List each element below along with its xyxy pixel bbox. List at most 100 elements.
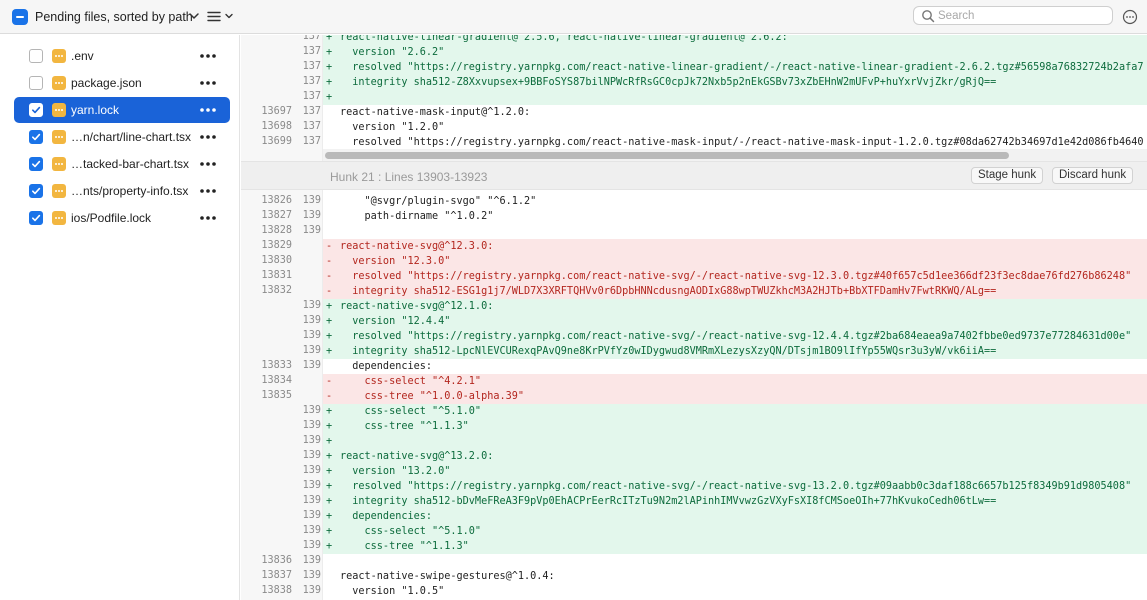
context-line[interactable]: 13827 139 path-dirname "^1.0.2" [241, 209, 1147, 224]
new-line-number: 137 [302, 76, 321, 87]
code-line: - css-select "^4.2.1" [323, 374, 1147, 389]
chevron-down-icon[interactable] [224, 11, 234, 21]
code-line: + react-native-svg@^13.2.0: [323, 449, 1147, 464]
added-line[interactable]: 139 + version "12.4.4" [241, 314, 1147, 329]
old-line-number: 13831 [261, 270, 292, 281]
file-checkbox[interactable] [29, 103, 43, 117]
new-line-number: 139 [302, 195, 321, 206]
added-line[interactable]: 137 + react-native-linear-gradient@^2.5.6,… [241, 35, 1147, 45]
plus-icon: + [326, 47, 333, 58]
old-line-number: 13837 [261, 570, 292, 581]
added-line[interactable]: 137 + [241, 90, 1147, 105]
file-checkbox[interactable] [29, 76, 43, 90]
new-line-number: 139 [302, 585, 321, 596]
context-line[interactable]: 13697 137 react-native-mask-input@^1.2.0: [241, 105, 1147, 120]
select-all-checkbox[interactable] [12, 9, 28, 25]
new-line-number: 139 [302, 300, 321, 311]
code-text: version "12.3.0" [340, 256, 451, 267]
more-options-icon[interactable] [1122, 9, 1138, 25]
more-icon[interactable] [198, 157, 218, 171]
file-sidebar: .env package.json yarn.lock …n/chart/line-c… [0, 35, 240, 600]
more-icon[interactable] [198, 49, 218, 63]
added-line[interactable]: 139 + resolved "https://registry.yarnpkg.… [241, 479, 1147, 494]
old-line-number: 13697 [261, 106, 292, 117]
new-line-number: 137 [302, 35, 321, 42]
search-input[interactable] [938, 8, 1108, 23]
more-icon[interactable] [198, 76, 218, 90]
new-line-number: 139 [302, 330, 321, 341]
new-line-number: 139 [302, 315, 321, 326]
removed-line[interactable]: 13835 - css-tree "^1.0.0-alpha.39" [241, 389, 1147, 404]
file-row[interactable]: …nts/property-info.tsx [14, 178, 230, 204]
search-icon [922, 10, 935, 23]
code-line: version "1.0.5" [323, 584, 1147, 599]
list-options-icon[interactable] [207, 10, 221, 23]
code-line: + [323, 434, 1147, 449]
added-line[interactable]: 139 + css-tree "^1.1.3" [241, 539, 1147, 554]
removed-line[interactable]: 13832 - integrity sha512-ESG1g1j7/WLD7X3X… [241, 284, 1147, 299]
code-text: resolved "https://registry.yarnpkg.com/r… [340, 481, 1132, 492]
more-icon[interactable] [198, 103, 218, 117]
removed-line[interactable]: 13831 - resolved "https://registry.yarnpk… [241, 269, 1147, 284]
added-line[interactable]: 139 + react-native-svg@^13.2.0: [241, 449, 1147, 464]
code-text: resolved "https://registry.yarnpkg.com/r… [340, 137, 1144, 148]
file-row[interactable]: yarn.lock [14, 97, 230, 123]
context-line[interactable]: 13698 137 version "1.2.0" [241, 120, 1147, 135]
context-line[interactable]: 13699 137 resolved "https://registry.yarn… [241, 135, 1147, 150]
minus-icon: - [326, 256, 333, 267]
added-line[interactable]: 137 + version "2.6.2" [241, 45, 1147, 60]
stage-hunk-button[interactable]: Stage hunk [971, 167, 1044, 184]
diff-view: Hunk 21 : Lines 13903-13923 Stage hunk D… [241, 35, 1147, 600]
horizontal-scrollbar[interactable] [323, 149, 1147, 161]
added-line[interactable]: 139 + resolved "https://registry.yarnpkg.… [241, 329, 1147, 344]
new-line-number: 139 [302, 510, 321, 521]
context-line[interactable]: 13838 139 version "1.0.5" [241, 584, 1147, 599]
context-line[interactable]: 13826 139 "@svgr/plugin-svgo" "^6.1.2" [241, 194, 1147, 209]
added-line[interactable]: 137 + integrity sha512-Z8Xxvupsex+9BBFoSY… [241, 75, 1147, 90]
checkmark-icon [31, 214, 41, 222]
context-line[interactable]: 13828 139 [241, 224, 1147, 239]
pending-files-title[interactable]: Pending files, sorted by path [35, 10, 193, 24]
file-checkbox[interactable] [29, 49, 43, 63]
old-line-number: 13832 [261, 285, 292, 296]
file-checkbox[interactable] [29, 211, 43, 225]
context-line[interactable]: 13837 139 react-native-swipe-gestures@^1.0… [241, 569, 1147, 584]
code-line: + version "2.6.2" [323, 45, 1147, 60]
more-icon[interactable] [198, 184, 218, 198]
discard-hunk-button[interactable]: Discard hunk [1052, 167, 1134, 184]
scrollbar-thumb[interactable] [325, 152, 1009, 159]
file-checkbox[interactable] [29, 184, 43, 198]
code-text: integrity sha512-Z8Xxvupsex+9BBFoSYS87bi… [340, 77, 997, 88]
file-row[interactable]: package.json [14, 70, 230, 96]
added-line[interactable]: 139 + [241, 434, 1147, 449]
removed-line[interactable]: 13829 - react-native-svg@^12.3.0: [241, 239, 1147, 254]
new-line-number: 139 [302, 540, 321, 551]
modified-file-icon [52, 184, 66, 198]
file-row[interactable]: .env [14, 43, 230, 69]
file-row[interactable]: …n/chart/line-chart.tsx [14, 124, 230, 150]
file-row[interactable]: ios/Podfile.lock [14, 205, 230, 231]
file-name: …nts/property-info.tsx [71, 184, 189, 198]
file-row[interactable]: …tacked-bar-chart.tsx [14, 151, 230, 177]
added-line[interactable]: 139 + react-native-svg@^12.1.0: [241, 299, 1147, 314]
added-line[interactable]: 139 + dependencies: [241, 509, 1147, 524]
added-line[interactable]: 139 + css-tree "^1.1.3" [241, 419, 1147, 434]
file-checkbox[interactable] [29, 130, 43, 144]
removed-line[interactable]: 13830 - version "12.3.0" [241, 254, 1147, 269]
removed-line[interactable]: 13834 - css-select "^4.2.1" [241, 374, 1147, 389]
added-line[interactable]: 139 + integrity sha512-bDvMeFReA3F9pVp0Eh… [241, 494, 1147, 509]
added-line[interactable]: 139 + version "13.2.0" [241, 464, 1147, 479]
added-line[interactable]: 137 + resolved "https://registry.yarnpkg.… [241, 60, 1147, 75]
added-line[interactable]: 139 + css-select "^5.1.0" [241, 404, 1147, 419]
more-icon[interactable] [198, 130, 218, 144]
new-line-number: 139 [302, 495, 321, 506]
search-box[interactable] [913, 6, 1113, 25]
more-icon[interactable] [198, 211, 218, 225]
chevron-down-icon[interactable] [187, 9, 201, 23]
context-line[interactable]: 13836 139 [241, 554, 1147, 569]
plus-icon: + [326, 331, 333, 342]
context-line[interactable]: 13833 139 dependencies: [241, 359, 1147, 374]
added-line[interactable]: 139 + integrity sha512-LpcNlEVCURexqPAvQ9… [241, 344, 1147, 359]
added-line[interactable]: 139 + css-select "^5.1.0" [241, 524, 1147, 539]
file-checkbox[interactable] [29, 157, 43, 171]
